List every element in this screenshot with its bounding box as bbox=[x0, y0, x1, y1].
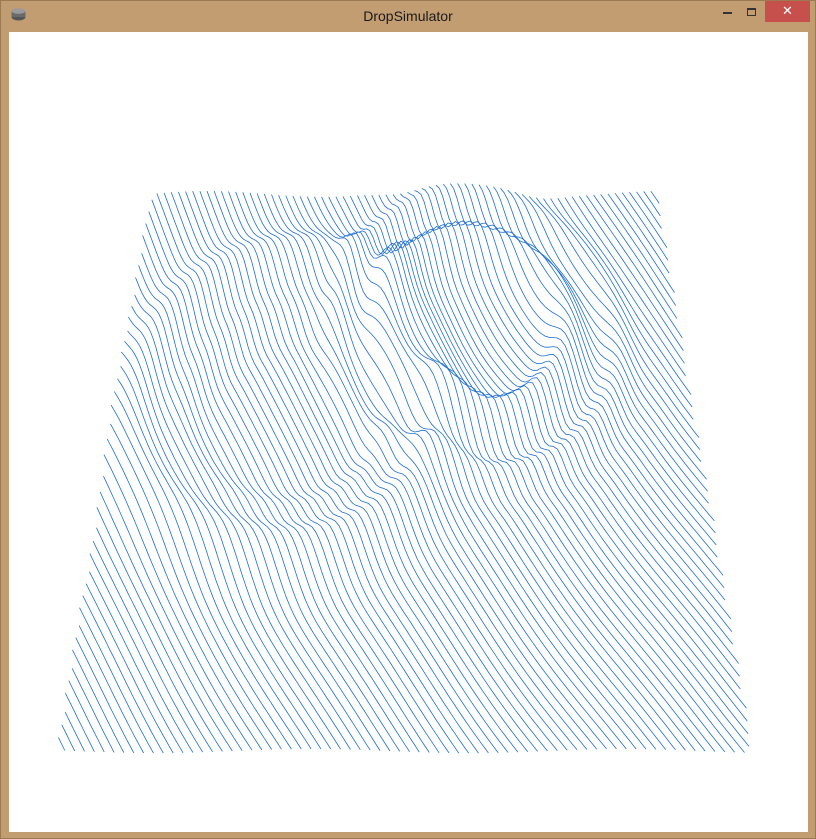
surface-line-38 bbox=[148, 211, 430, 753]
surface-line-25 bbox=[117, 378, 302, 750]
surface-line-108 bbox=[643, 191, 661, 217]
surface-line-98 bbox=[571, 196, 685, 364]
surface-line-61 bbox=[306, 196, 657, 750]
surface-line-101 bbox=[593, 194, 678, 319]
surface-line-51 bbox=[235, 191, 558, 751]
surface-line-87 bbox=[493, 186, 715, 522]
surface-line-32 bbox=[134, 294, 371, 751]
surface-line-91 bbox=[521, 194, 702, 462]
surface-line-55 bbox=[263, 193, 598, 750]
surface-line-49 bbox=[221, 191, 538, 752]
surface-line-15 bbox=[92, 540, 204, 753]
surface-line-46 bbox=[199, 190, 509, 753]
surface-line-53 bbox=[249, 192, 578, 751]
surface-line-29 bbox=[127, 330, 341, 750]
surface-line-19 bbox=[103, 475, 243, 751]
surface-line-11 bbox=[82, 595, 164, 754]
surface-line-56 bbox=[271, 194, 607, 750]
surface-line-58 bbox=[285, 195, 627, 750]
surface-line-33 bbox=[135, 277, 381, 751]
app-window: DropSimulator ✕ bbox=[0, 0, 816, 839]
window-title: DropSimulator bbox=[363, 8, 453, 24]
surface-line-92 bbox=[528, 196, 701, 450]
surface-line-18 bbox=[99, 491, 233, 752]
surface-line-37 bbox=[145, 223, 420, 753]
surface-line-47 bbox=[206, 190, 519, 753]
surface-line-78 bbox=[428, 186, 734, 645]
surface-line-27 bbox=[120, 351, 322, 750]
surface-line-79 bbox=[435, 184, 733, 632]
close-icon: ✕ bbox=[782, 4, 793, 19]
wave-surface-wireframe bbox=[58, 183, 750, 754]
maximize-icon bbox=[747, 7, 756, 16]
maximize-button[interactable] bbox=[741, 1, 763, 22]
surface-line-3 bbox=[64, 711, 85, 752]
close-button[interactable]: ✕ bbox=[765, 1, 810, 22]
surface-line-40 bbox=[156, 193, 450, 754]
surface-line-70 bbox=[371, 194, 745, 753]
surface-line-66 bbox=[342, 196, 706, 752]
surface-line-90 bbox=[514, 191, 707, 480]
surface-line-2 bbox=[61, 724, 76, 752]
surface-line-5 bbox=[68, 680, 105, 753]
surface-line-7 bbox=[72, 649, 125, 753]
surface-line-17 bbox=[96, 507, 223, 752]
surface-line-106 bbox=[629, 191, 668, 248]
minimize-icon bbox=[722, 11, 732, 14]
simulation-viewport[interactable] bbox=[9, 32, 808, 832]
surface-line-31 bbox=[131, 305, 361, 751]
title-bar[interactable]: DropSimulator ✕ bbox=[1, 1, 815, 31]
surface-line-42 bbox=[170, 192, 470, 754]
surface-line-13 bbox=[89, 571, 184, 754]
surface-line-102 bbox=[600, 194, 677, 306]
surface-line-105 bbox=[621, 192, 669, 261]
surface-line-97 bbox=[564, 197, 686, 377]
surface-line-69 bbox=[364, 195, 735, 753]
surface-line-9 bbox=[78, 625, 144, 754]
surface-line-10 bbox=[79, 607, 154, 754]
surface-line-83 bbox=[464, 183, 724, 576]
surface-line-22 bbox=[110, 423, 273, 750]
surface-line-109 bbox=[650, 190, 660, 204]
minimize-button[interactable] bbox=[714, 1, 741, 22]
surface-line-107 bbox=[636, 191, 662, 229]
surface-line-21 bbox=[106, 438, 263, 751]
surface-line-8 bbox=[75, 637, 135, 754]
surface-line-1 bbox=[58, 737, 66, 751]
surface-line-52 bbox=[242, 192, 568, 751]
